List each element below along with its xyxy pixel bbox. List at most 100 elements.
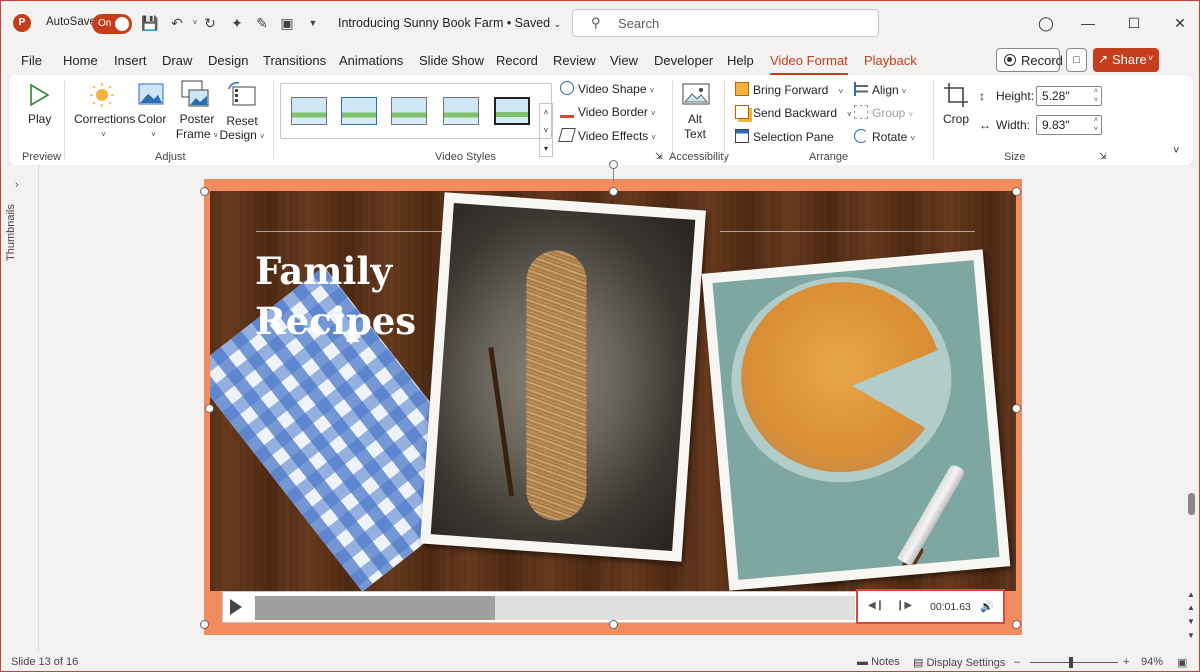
magic-wand-icon[interactable]: ✦ [227, 13, 247, 33]
resize-handle-bottom-left[interactable] [200, 620, 209, 629]
corrections-button[interactable]: Corrections ˅ [74, 112, 135, 140]
expand-thumbnails-icon[interactable]: › [15, 179, 19, 191]
volume-icon[interactable]: 🔊 [980, 600, 994, 613]
width-field[interactable]: 9.83" ˄ ˅ [1036, 115, 1102, 135]
video-style-5[interactable] [494, 97, 530, 125]
tab-video-format[interactable]: Video Format [770, 53, 848, 76]
autosave-label: AutoSave [46, 16, 96, 28]
video-style-3[interactable] [391, 97, 427, 125]
search-input[interactable]: ⚲ Search [572, 9, 879, 37]
scroll-up-icon[interactable]: ▲ [1187, 590, 1195, 599]
fit-to-window-icon[interactable]: ▣ [1177, 656, 1187, 669]
tab-insert[interactable]: Insert [114, 53, 147, 68]
tab-developer[interactable]: Developer [654, 53, 713, 68]
record-icon [1004, 54, 1016, 66]
resize-handle-bottom[interactable] [609, 620, 618, 629]
undo-icon[interactable]: ↶ [167, 13, 187, 33]
comments-button[interactable]: □ [1066, 48, 1087, 72]
zoom-level[interactable]: 94% [1141, 656, 1163, 668]
slide-title: Family Recipes [255, 249, 417, 343]
group-button[interactable]: Group ˅ [854, 105, 913, 120]
scroll-down-icon[interactable]: ▼ [1187, 631, 1195, 640]
resize-handle-top-right[interactable] [1012, 187, 1021, 196]
tab-help[interactable]: Help [727, 53, 754, 68]
video-shape-button[interactable]: Video Shape ˅ [560, 81, 654, 96]
move-back-icon[interactable]: ◀❙ [868, 600, 884, 611]
selection-pane-button[interactable]: Selection Pane [735, 129, 834, 144]
group-label-arrange: Arrange [809, 151, 849, 163]
notes-button[interactable]: ▬ Notes [857, 656, 900, 668]
play-button[interactable]: Play [28, 112, 51, 126]
tab-animations[interactable]: Animations [339, 53, 403, 68]
rotate-button[interactable]: Rotate ˅ [854, 129, 915, 144]
share-button[interactable]: ↗ Share ˅ [1093, 48, 1159, 72]
tab-design[interactable]: Design [208, 53, 248, 68]
resize-handle-left[interactable] [205, 404, 214, 413]
video-play-icon[interactable] [230, 599, 242, 615]
align-button[interactable]: Align ˅ [854, 82, 906, 97]
video-styles-gallery[interactable] [280, 83, 552, 139]
video-styles-launcher-icon[interactable]: ⇲ [655, 151, 663, 162]
video-poster-frame[interactable]: Family Recipes [210, 191, 1016, 591]
send-backward-button[interactable]: Send Backward ˅ [735, 105, 852, 120]
resize-handle-top-left[interactable] [200, 187, 209, 196]
zoom-slider[interactable] [1030, 662, 1118, 663]
size-launcher-icon[interactable]: ⇲ [1099, 151, 1107, 162]
video-style-2[interactable] [341, 97, 377, 125]
height-field[interactable]: 5.28" ˄ ˅ [1036, 86, 1102, 106]
record-label: Record [1021, 53, 1063, 68]
zoom-in-icon[interactable]: + [1123, 656, 1129, 668]
video-border-button[interactable]: Video Border ˅ [560, 104, 656, 119]
tab-playback[interactable]: Playback [864, 53, 917, 68]
tab-slide-show[interactable]: Slide Show [419, 53, 484, 68]
tab-draw[interactable]: Draw [162, 53, 192, 68]
tab-file[interactable]: File [21, 53, 42, 68]
tab-transitions[interactable]: Transitions [263, 53, 326, 68]
tab-review[interactable]: Review [553, 53, 596, 68]
share-chevron-icon: ˅ [1148, 53, 1154, 63]
alt-text-button[interactable]: Alt Text [679, 112, 711, 142]
close-button[interactable]: ✕ [1169, 12, 1191, 34]
reset-design-button[interactable]: Reset Design ˅ [217, 114, 267, 144]
crop-icon [944, 83, 968, 107]
gallery-scroll-buttons[interactable]: ˄ ˅ ▾ [539, 103, 553, 157]
video-effects-button[interactable]: Video Effects ˅ [558, 128, 656, 143]
scrollbar-thumb[interactable] [1188, 493, 1195, 515]
zoom-slider-thumb[interactable] [1069, 657, 1073, 668]
crop-button[interactable]: Crop [939, 112, 973, 126]
color-button[interactable]: Color ˅ [137, 112, 167, 140]
poster-frame-button[interactable]: Poster Frame ˅ [175, 112, 219, 143]
format-painter-icon[interactable]: ✎ [252, 13, 272, 33]
autosave-toggle[interactable]: On [92, 14, 132, 34]
document-title[interactable]: Introducing Sunny Book Farm • Saved ⌄ [338, 16, 561, 30]
resize-handle-top[interactable] [609, 187, 618, 196]
tab-record[interactable]: Record [496, 53, 538, 68]
next-slide-icon[interactable]: ▼ [1187, 617, 1195, 626]
save-icon[interactable]: 💾 [140, 13, 160, 33]
video-style-4[interactable] [443, 97, 479, 125]
lightbulb-icon[interactable]: ◯ [1035, 12, 1057, 34]
thumbnails-pane[interactable]: › Thumbnails [1, 165, 39, 652]
maximize-button[interactable]: ☐ [1123, 12, 1145, 34]
display-settings-icon: ▤ [913, 657, 927, 669]
video-progress-bar[interactable] [255, 596, 855, 620]
vertical-scrollbar[interactable]: ▲ ▲ ▼ ▼ [1184, 165, 1199, 652]
minimize-button[interactable]: — [1077, 12, 1099, 34]
redo-icon[interactable]: ↻ [200, 13, 220, 33]
present-icon[interactable]: ▣ [277, 13, 297, 33]
tab-home[interactable]: Home [63, 53, 98, 68]
customize-toolbar-icon[interactable]: ▼ [303, 13, 323, 33]
video-style-1[interactable] [291, 97, 327, 125]
collapse-ribbon-icon[interactable]: ˅ [1173, 145, 1179, 157]
display-settings-button[interactable]: ▤ Display Settings [913, 656, 1005, 669]
zoom-out-icon[interactable]: – [1014, 656, 1020, 668]
record-button[interactable]: Record [996, 48, 1063, 72]
resize-handle-right[interactable] [1012, 404, 1021, 413]
powerpoint-logo-icon: P [13, 14, 31, 32]
move-forward-icon[interactable]: ❙▶ [896, 600, 912, 611]
prev-slide-icon[interactable]: ▲ [1187, 603, 1195, 612]
bring-forward-button[interactable]: Bring Forward ˅ [735, 82, 843, 97]
tab-view[interactable]: View [610, 53, 638, 68]
rotation-handle[interactable] [609, 160, 618, 169]
resize-handle-bottom-right[interactable] [1012, 620, 1021, 629]
